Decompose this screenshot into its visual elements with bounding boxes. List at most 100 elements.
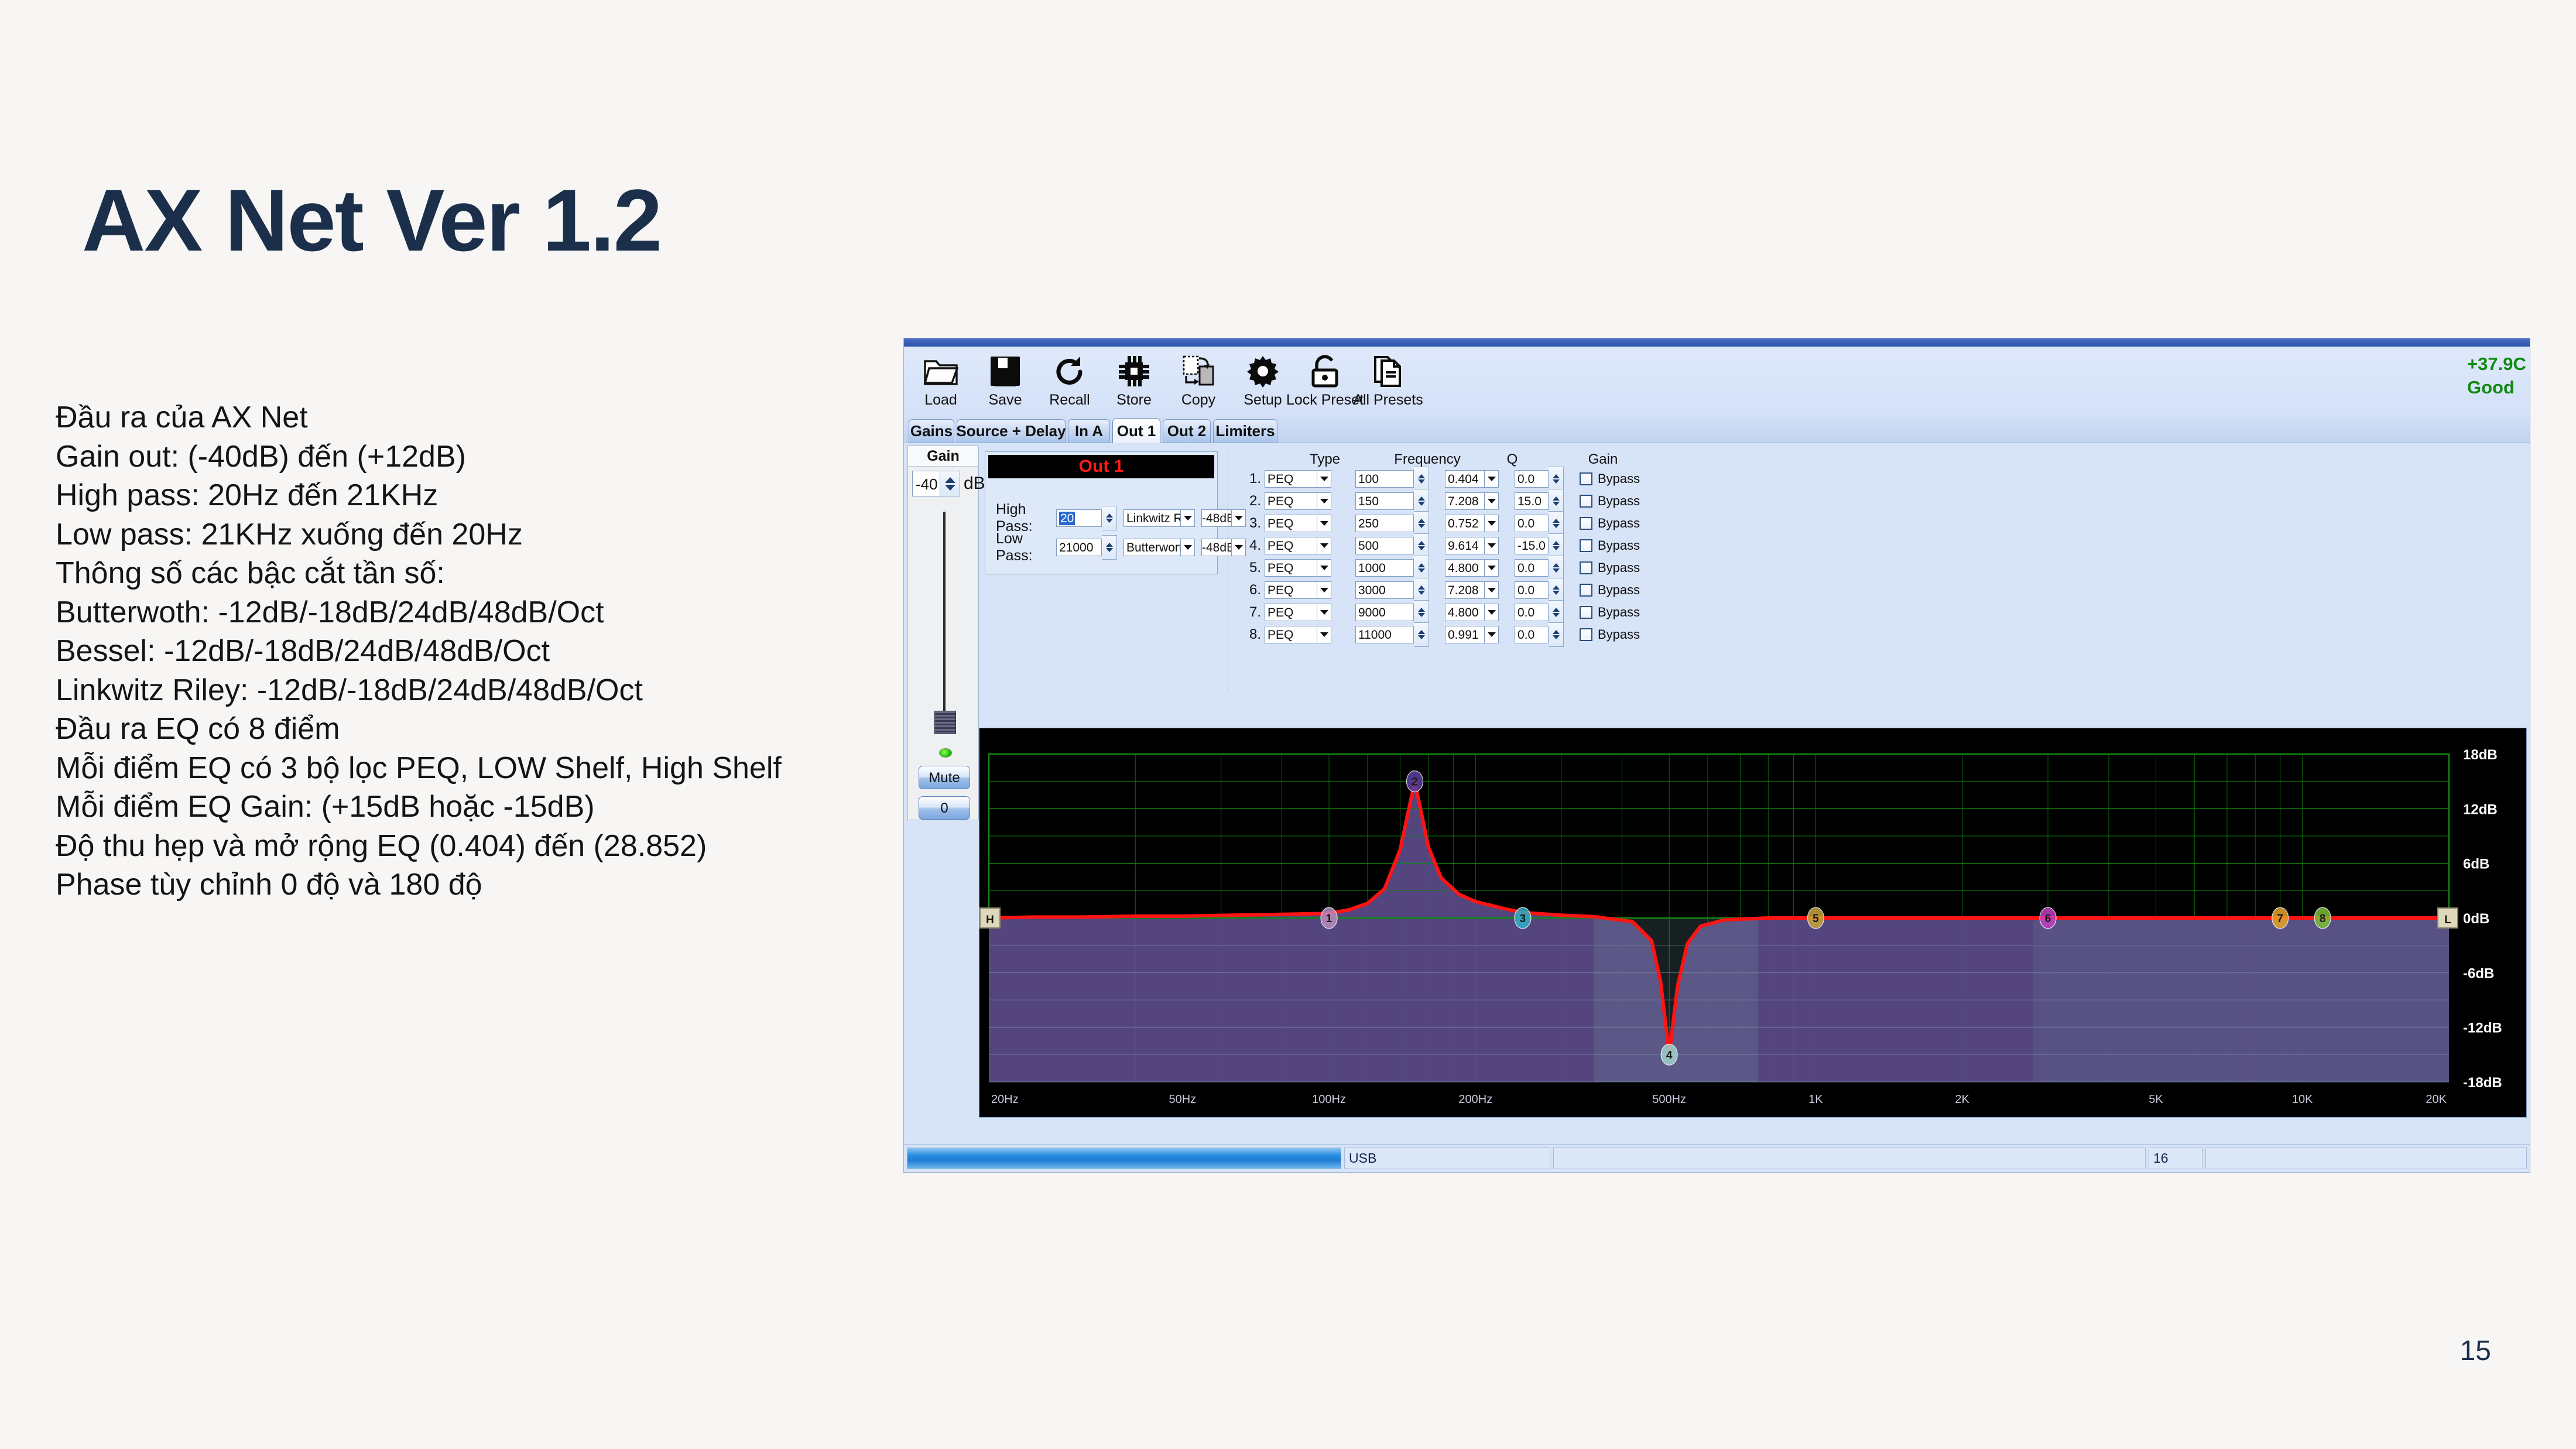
eq-q-chevron-down-icon[interactable]: [1485, 559, 1499, 577]
tab-gains[interactable]: Gains: [909, 419, 954, 443]
gain-fader-track[interactable]: [943, 512, 946, 728]
high-pass-frequency-stepper[interactable]: [1102, 506, 1117, 530]
eq-frequency-stepper[interactable]: [1414, 622, 1429, 647]
eq-frequency-input[interactable]: 11000: [1355, 626, 1414, 643]
eq-q-select[interactable]: 0.404: [1445, 470, 1485, 488]
low-pass-frequency-stepper[interactable]: [1102, 535, 1117, 560]
eq-gain-stepper[interactable]: [1549, 622, 1564, 647]
eq-bypass-checkbox[interactable]: [1580, 495, 1592, 508]
gain-reset-zero-button[interactable]: 0: [919, 796, 970, 820]
eq-bypass-checkbox[interactable]: [1580, 517, 1592, 530]
eq-gain-stepper[interactable]: [1549, 467, 1564, 491]
eq-type-select[interactable]: PEQ: [1265, 559, 1317, 577]
eq-q-chevron-down-icon[interactable]: [1485, 626, 1499, 643]
eq-type-chevron-down-icon[interactable]: [1317, 492, 1331, 510]
eq-gain-input[interactable]: 0.0: [1515, 626, 1549, 643]
eq-gain-input[interactable]: 0.0: [1515, 559, 1549, 577]
tab-out-2[interactable]: Out 2: [1163, 419, 1211, 443]
eq-q-select[interactable]: 4.800: [1445, 559, 1485, 577]
eq-gain-input[interactable]: 0.0: [1515, 470, 1549, 488]
eq-bypass-checkbox[interactable]: [1580, 628, 1592, 641]
eq-bypass-checkbox[interactable]: [1580, 539, 1592, 552]
eq-frequency-input[interactable]: 9000: [1355, 604, 1414, 621]
eq-type-chevron-down-icon[interactable]: [1317, 515, 1331, 532]
eq-frequency-stepper[interactable]: [1414, 600, 1429, 625]
toolbar-button-all-presets[interactable]: All Presets: [1353, 350, 1423, 416]
eq-q-chevron-down-icon[interactable]: [1485, 470, 1499, 488]
eq-type-chevron-down-icon[interactable]: [1317, 626, 1331, 643]
toolbar-button-recall[interactable]: Recall: [1037, 350, 1102, 416]
toolbar-button-setup[interactable]: Setup: [1231, 350, 1295, 416]
eq-gain-input[interactable]: 0.0: [1515, 515, 1549, 532]
high-pass-frequency-input[interactable]: 20: [1056, 509, 1102, 527]
eq-gain-stepper[interactable]: [1549, 578, 1564, 602]
eq-q-select[interactable]: 0.752: [1445, 515, 1485, 532]
eq-frequency-stepper[interactable]: [1414, 489, 1429, 513]
eq-type-chevron-down-icon[interactable]: [1317, 581, 1331, 599]
eq-q-chevron-down-icon[interactable]: [1485, 492, 1499, 510]
toolbar-button-lock-preset[interactable]: Lock Preset: [1286, 350, 1364, 416]
low-pass-frequency-input[interactable]: 21000: [1056, 539, 1102, 556]
eq-frequency-input[interactable]: 250: [1355, 515, 1414, 532]
eq-response-graph-svg[interactable]: 18dB 12dB 6dB 0dB -6dB -12dB -18dB 20Hz 50Hz 100H…: [979, 728, 2526, 1117]
tab-out-1[interactable]: Out 1: [1112, 418, 1160, 443]
eq-q-select[interactable]: 0.991: [1445, 626, 1485, 643]
eq-bypass-checkbox[interactable]: [1580, 561, 1592, 574]
eq-gain-stepper[interactable]: [1549, 556, 1564, 580]
eq-q-chevron-down-icon[interactable]: [1485, 604, 1499, 621]
eq-type-chevron-down-icon[interactable]: [1317, 604, 1331, 621]
eq-frequency-input[interactable]: 150: [1355, 492, 1414, 510]
eq-q-chevron-down-icon[interactable]: [1485, 537, 1499, 554]
eq-type-select[interactable]: PEQ: [1265, 537, 1317, 554]
gain-fader-handle[interactable]: [934, 711, 956, 734]
eq-frequency-stepper[interactable]: [1414, 578, 1429, 602]
eq-type-chevron-down-icon[interactable]: [1317, 470, 1331, 488]
eq-bypass-checkbox[interactable]: [1580, 606, 1592, 619]
eq-gain-stepper[interactable]: [1549, 489, 1564, 513]
high-pass-type-select[interactable]: Linkwitz Riley: [1123, 509, 1181, 527]
eq-q-select[interactable]: 4.800: [1445, 604, 1485, 621]
eq-gain-input[interactable]: 0.0: [1515, 604, 1549, 621]
eq-frequency-input[interactable]: 1000: [1355, 559, 1414, 577]
eq-gain-stepper[interactable]: [1549, 533, 1564, 558]
toolbar-button-load[interactable]: Load: [909, 350, 973, 416]
gain-value-input[interactable]: -40: [912, 471, 940, 496]
eq-gain-input[interactable]: 0.0: [1515, 581, 1549, 599]
eq-type-select[interactable]: PEQ: [1265, 492, 1317, 510]
toolbar-button-save[interactable]: Save: [973, 350, 1037, 416]
eq-q-chevron-down-icon[interactable]: [1485, 515, 1499, 532]
toolbar-button-store[interactable]: Store: [1102, 350, 1166, 416]
eq-type-chevron-down-icon[interactable]: [1317, 559, 1331, 577]
eq-type-select[interactable]: PEQ: [1265, 626, 1317, 643]
eq-frequency-stepper[interactable]: [1414, 533, 1429, 558]
eq-q-select[interactable]: 7.208: [1445, 492, 1485, 510]
tab-source-delay[interactable]: Source + Delay: [956, 419, 1066, 443]
low-pass-type-select[interactable]: Butterworth: [1123, 539, 1181, 556]
eq-bypass-checkbox[interactable]: [1580, 472, 1592, 485]
tab-limiters[interactable]: Limiters: [1213, 419, 1277, 443]
eq-q-select[interactable]: 7.208: [1445, 581, 1485, 599]
eq-type-select[interactable]: PEQ: [1265, 604, 1317, 621]
eq-gain-input[interactable]: 15.0: [1515, 492, 1549, 510]
eq-frequency-stepper[interactable]: [1414, 467, 1429, 491]
mute-button[interactable]: Mute: [919, 766, 970, 789]
eq-frequency-input[interactable]: 100: [1355, 470, 1414, 488]
high-pass-type-chevron-down-icon[interactable]: [1181, 509, 1195, 527]
eq-gain-stepper[interactable]: [1549, 511, 1564, 536]
eq-q-select[interactable]: 9.614: [1445, 537, 1485, 554]
tab-in-a[interactable]: In A: [1068, 419, 1110, 443]
eq-gain-stepper[interactable]: [1549, 600, 1564, 625]
eq-frequency-stepper[interactable]: [1414, 556, 1429, 580]
eq-type-select[interactable]: PEQ: [1265, 581, 1317, 599]
eq-frequency-input[interactable]: 500: [1355, 537, 1414, 554]
low-pass-type-chevron-down-icon[interactable]: [1181, 539, 1195, 556]
gain-stepper[interactable]: [940, 471, 960, 496]
toolbar-button-copy[interactable]: Copy: [1166, 350, 1231, 416]
eq-type-select[interactable]: PEQ: [1265, 470, 1317, 488]
eq-type-chevron-down-icon[interactable]: [1317, 537, 1331, 554]
eq-bypass-checkbox[interactable]: [1580, 584, 1592, 597]
eq-response-graph[interactable]: 18dB 12dB 6dB 0dB -6dB -12dB -18dB 20Hz 50Hz 100H…: [979, 728, 2527, 1118]
eq-frequency-input[interactable]: 3000: [1355, 581, 1414, 599]
eq-frequency-stepper[interactable]: [1414, 511, 1429, 536]
eq-gain-input[interactable]: -15.0: [1515, 537, 1549, 554]
